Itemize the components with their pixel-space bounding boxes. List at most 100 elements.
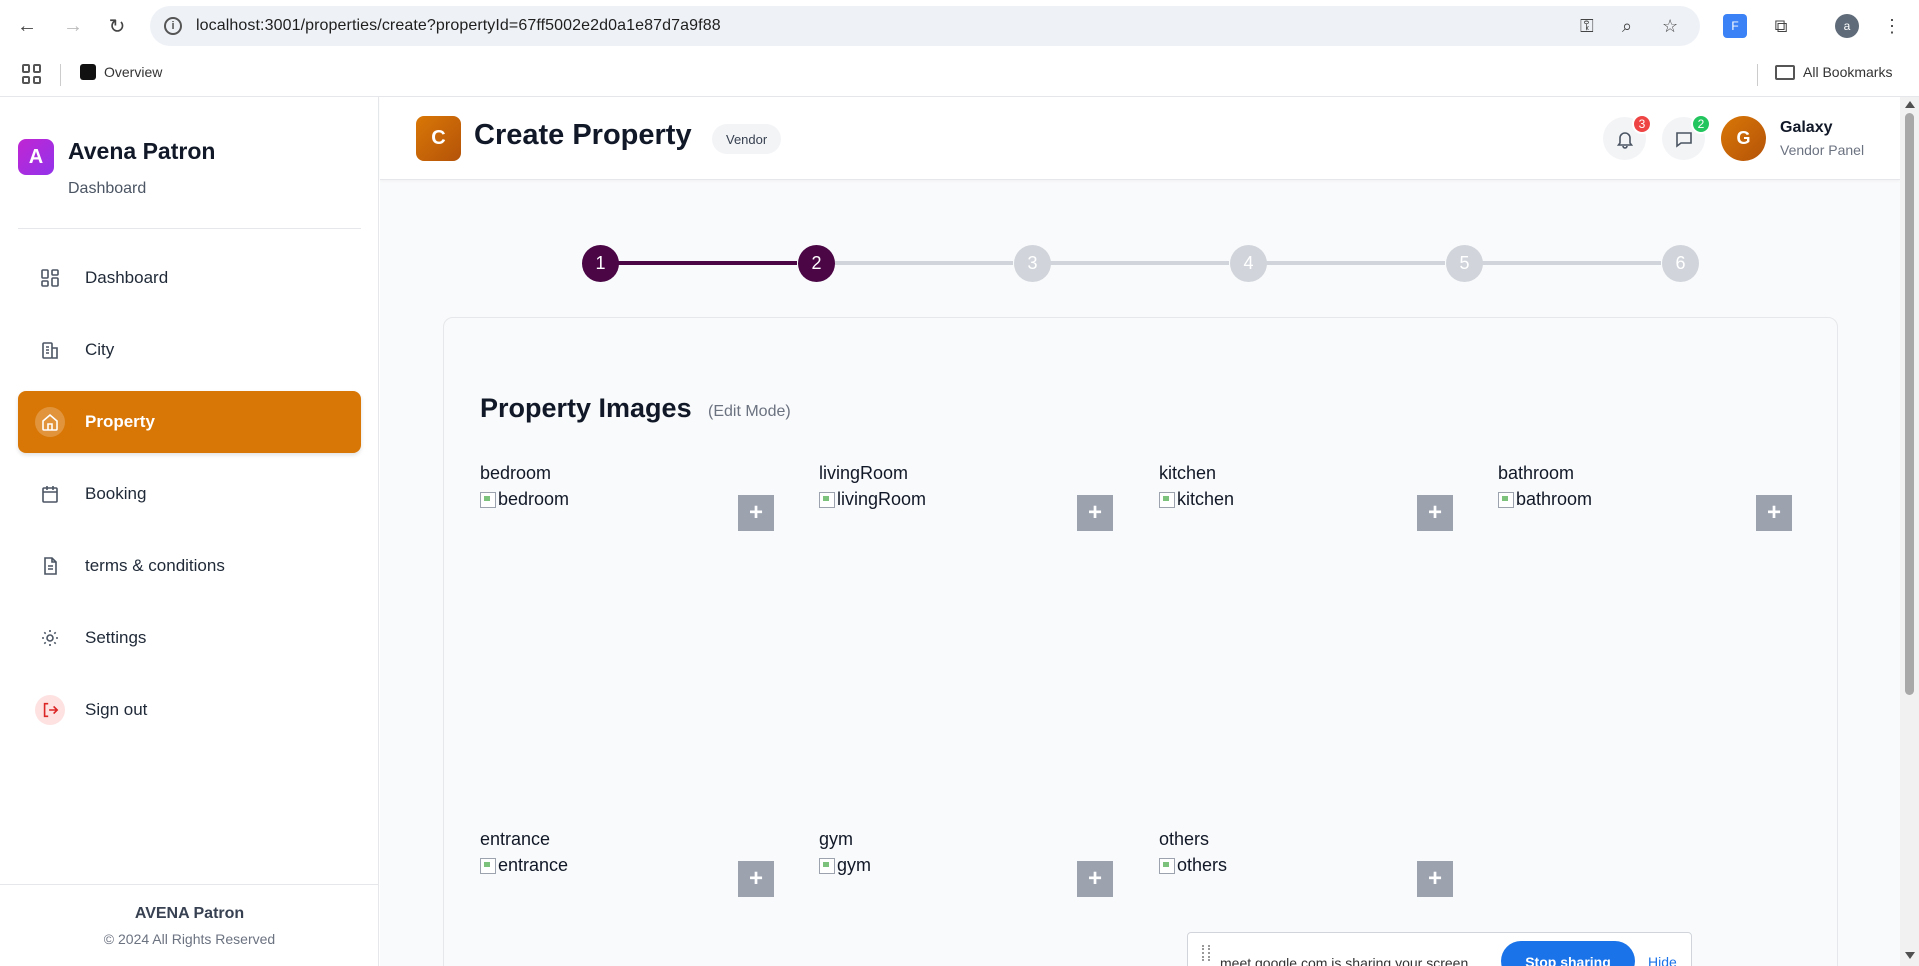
add-image-button[interactable]: + xyxy=(1756,495,1792,531)
brand-subtitle: Dashboard xyxy=(68,180,147,197)
stepper-line xyxy=(1033,261,1229,265)
page-scrollbar[interactable] xyxy=(1900,97,1919,966)
role-pill: Vendor xyxy=(712,124,782,154)
scroll-down-icon[interactable] xyxy=(1905,952,1915,959)
step-4[interactable]: 4 xyxy=(1230,245,1267,282)
section-title: Property Images xyxy=(480,393,692,423)
sidebar-item-settings[interactable]: Settings xyxy=(18,607,361,669)
dashboard-icon xyxy=(35,263,65,293)
address-bar[interactable]: i localhost:3001/properties/create?prope… xyxy=(150,6,1700,46)
home-icon xyxy=(35,407,65,437)
broken-image-icon xyxy=(1159,857,1175,874)
step-6[interactable]: 6 xyxy=(1662,245,1699,282)
add-image-button[interactable]: + xyxy=(738,861,774,897)
message-icon xyxy=(1675,131,1692,148)
sidebar-item-dashboard[interactable]: Dashboard xyxy=(18,247,361,309)
calendar-icon xyxy=(35,479,65,509)
scroll-up-icon[interactable] xyxy=(1905,101,1915,108)
brand-logo: A xyxy=(18,139,54,175)
building-icon xyxy=(35,335,65,365)
sidebar-item-label: City xyxy=(85,340,115,359)
apps-grid-icon[interactable] xyxy=(22,64,42,84)
extension-icon[interactable]: F xyxy=(1723,14,1747,38)
broken-image-icon xyxy=(819,857,835,874)
profile-avatar[interactable]: a xyxy=(1835,14,1859,38)
stepper-line xyxy=(817,261,1013,265)
add-image-button[interactable]: + xyxy=(1417,495,1453,531)
site-info-icon[interactable]: i xyxy=(164,17,182,35)
footer-copyright: © 2024 All Rights Reserved xyxy=(103,931,276,947)
step-1[interactable]: 1 xyxy=(582,245,619,282)
scroll-thumb[interactable] xyxy=(1905,113,1914,695)
key-icon[interactable]: ⚿ xyxy=(1580,16,1594,37)
reload-icon[interactable]: ↻ xyxy=(104,13,130,39)
image-tile-label: bathroom xyxy=(1498,463,1575,483)
image-tile-others: others others + xyxy=(1159,829,1455,919)
star-icon[interactable]: ☆ xyxy=(1662,16,1678,37)
step-3[interactable]: 3 xyxy=(1014,245,1051,282)
sidebar-item-sign-out[interactable]: Sign out xyxy=(18,679,361,741)
forward-icon[interactable]: → xyxy=(60,13,86,39)
stepper-line xyxy=(1249,261,1445,265)
image-tile-living-room: livingRoom livingRoom + xyxy=(819,463,1115,553)
user-avatar[interactable]: G xyxy=(1721,116,1766,161)
image-tile-label: gym xyxy=(819,829,854,849)
image-tile-bathroom: bathroom bathroom + xyxy=(1498,463,1794,553)
url-text[interactable]: localhost:3001/properties/create?propert… xyxy=(196,17,721,35)
broken-image-icon xyxy=(480,491,496,508)
page-badge: C xyxy=(416,116,461,161)
sidebar-item-label: Sign out xyxy=(85,700,148,719)
share-status-text: meet.google.com is sharing your screen. xyxy=(1220,955,1473,966)
drag-handle-icon[interactable] xyxy=(1202,945,1210,961)
sidebar-item-label: Dashboard xyxy=(85,268,169,287)
puzzle-icon[interactable]: ⧉ xyxy=(1769,14,1793,38)
notifications-button[interactable]: 3 xyxy=(1603,114,1652,160)
sidebar-item-city[interactable]: City xyxy=(18,319,361,381)
broken-image-icon xyxy=(819,491,835,508)
stop-sharing-button[interactable]: Stop sharing xyxy=(1501,941,1635,966)
sidebar-item-property[interactable]: Property xyxy=(18,391,361,453)
property-images-card: Property Images (Edit Mode) bedroom bedr… xyxy=(443,317,1838,966)
overview-logo-icon xyxy=(80,64,96,80)
sidebar-item-label: Settings xyxy=(85,628,147,647)
zoom-icon[interactable]: ⌕ xyxy=(1622,16,1632,37)
image-placeholder: entrance xyxy=(480,855,568,876)
image-tile-kitchen: kitchen kitchen + xyxy=(1159,463,1455,553)
document-icon xyxy=(35,551,65,581)
sidebar-item-label: terms & conditions xyxy=(85,556,225,575)
step-2[interactable]: 2 xyxy=(798,245,835,282)
bell-icon xyxy=(1616,131,1633,149)
sidebar-item-label: Property xyxy=(85,412,155,431)
add-image-button[interactable]: + xyxy=(1077,495,1113,531)
bookmark-overview-label: Overview xyxy=(104,64,163,80)
user-role: Vendor Panel xyxy=(1780,142,1865,158)
image-tile-label: livingRoom xyxy=(819,463,909,483)
messages-button[interactable]: 2 xyxy=(1662,114,1711,160)
broken-image-icon xyxy=(1498,491,1514,508)
hide-button[interactable]: Hide xyxy=(1648,954,1677,966)
image-tile-bedroom: bedroom bedroom + xyxy=(480,463,776,553)
image-placeholder: gym xyxy=(819,855,871,876)
image-tile-label: bedroom xyxy=(480,463,552,483)
browser-toolbar: ← → ↻ i localhost:3001/properties/create… xyxy=(0,0,1919,52)
all-bookmarks[interactable]: All Bookmarks xyxy=(1775,64,1892,80)
footer-title: AVENA Patron xyxy=(134,905,245,922)
brand-name: Avena Patron xyxy=(68,138,216,164)
bookmark-divider xyxy=(60,64,61,86)
image-placeholder: kitchen xyxy=(1159,489,1234,510)
add-image-button[interactable]: + xyxy=(738,495,774,531)
image-placeholder: bedroom xyxy=(480,489,569,510)
step-5[interactable]: 5 xyxy=(1446,245,1483,282)
add-image-button[interactable]: + xyxy=(1077,861,1113,897)
more-menu-icon[interactable]: ⋮ xyxy=(1880,14,1904,38)
sidebar-divider xyxy=(18,228,361,229)
messages-count: 2 xyxy=(1691,114,1711,134)
page-header: C Create Property Vendor 3 2 G Galaxy Ve… xyxy=(380,97,1900,180)
image-alt-text: entrance xyxy=(498,855,569,875)
bookmark-overview[interactable]: Overview xyxy=(80,64,162,80)
back-icon[interactable]: ← xyxy=(14,13,40,39)
image-tile-label: entrance xyxy=(480,829,551,849)
add-image-button[interactable]: + xyxy=(1417,861,1453,897)
sidebar-item-booking[interactable]: Booking xyxy=(18,463,361,525)
sidebar-item-terms[interactable]: terms & conditions xyxy=(18,535,361,597)
